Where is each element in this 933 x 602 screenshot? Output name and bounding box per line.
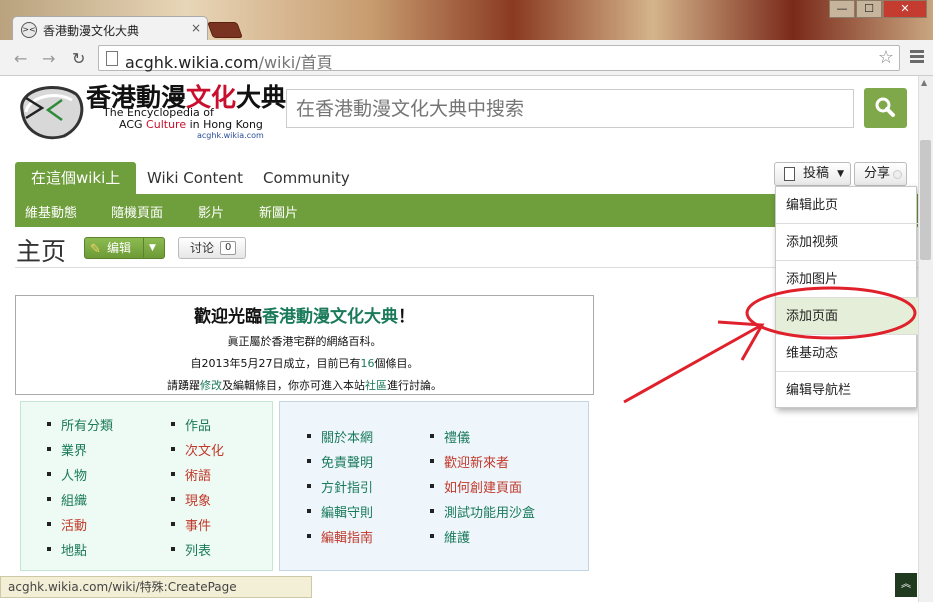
- url-text: acghk.wikia.com/wiki/首頁: [125, 53, 333, 72]
- list-item[interactable]: 次文化: [170, 440, 224, 459]
- scrollbar-thumb[interactable]: [920, 140, 931, 260]
- list-item[interactable]: 關於本網: [306, 427, 373, 446]
- bookmark-star-icon[interactable]: ☆: [878, 47, 894, 68]
- wiki-logo-icon[interactable]: [14, 80, 86, 142]
- article-count-link[interactable]: 16: [361, 357, 375, 370]
- list-item[interactable]: 術語: [170, 465, 211, 484]
- help-box: 關於本網 免責聲明 方針指引 編輯守則 編輯指南 禮儀 歡迎新來者 如何創建頁面…: [279, 401, 589, 571]
- list-item[interactable]: 地點: [46, 540, 87, 559]
- chevron-down-icon[interactable]: ▼: [149, 238, 156, 258]
- welcome-heading: 歡迎光臨香港動漫文化大典！: [194, 307, 415, 327]
- list-item[interactable]: 列表: [170, 540, 211, 559]
- list-item[interactable]: 事件: [170, 515, 211, 534]
- edit-link[interactable]: 修改: [200, 379, 222, 392]
- menu-item-edit-nav[interactable]: 编辑导航栏: [776, 372, 918, 409]
- menu-item-add-page[interactable]: 添加页面: [776, 298, 918, 335]
- welcome-line-1: 眞正屬於香港宅群的網絡百科。: [227, 335, 382, 348]
- welcome-box: 歡迎光臨香港動漫文化大典！ 眞正屬於香港宅群的網絡百科。 自2013年5月27日…: [15, 295, 594, 395]
- window-controls: — ☐ ✕: [828, 0, 927, 18]
- minimize-button[interactable]: —: [829, 0, 855, 18]
- list-item[interactable]: 歡迎新來者: [429, 452, 509, 471]
- logo-domain: acghk.wikia.com: [197, 131, 264, 140]
- search-icon: [875, 97, 895, 117]
- talk-count-badge: 0: [220, 241, 237, 255]
- address-bar[interactable]: acghk.wikia.com/wiki/首頁 ☆: [98, 45, 900, 72]
- tab-title: 香港動漫文化大典: [43, 24, 140, 38]
- community-link[interactable]: 社區: [365, 379, 387, 392]
- pencil-icon: ✎: [90, 242, 101, 257]
- scroll-to-top-icon[interactable]: ︽: [895, 573, 917, 597]
- contribute-dropdown-menu: 编辑此页 添加视频 添加图片 添加页面 维基动态 编辑导航栏: [775, 186, 918, 409]
- welcome-line-3: 請踴躍修改及編輯條目，你亦可進入本站社區進行討論。: [167, 379, 442, 392]
- contribute-button[interactable]: 投稿 ▼: [774, 162, 851, 186]
- edit-button[interactable]: ✎ 编辑 ▼: [84, 237, 165, 259]
- site-favicon-icon: ><: [21, 22, 37, 38]
- menu-item-add-video[interactable]: 添加视频: [776, 224, 918, 261]
- search-button[interactable]: [864, 88, 907, 128]
- list-item[interactable]: 編輯指南: [306, 527, 373, 546]
- welcome-line-2: 自2013年5月27日成立，目前已有16個條目。: [190, 357, 419, 370]
- list-item[interactable]: 維護: [429, 527, 470, 546]
- list-item[interactable]: 作品: [170, 415, 211, 434]
- menu-item-wiki-activity[interactable]: 维基动态: [776, 335, 918, 372]
- browser-tab[interactable]: >< 香港動漫文化大典 ×: [12, 16, 208, 42]
- list-item[interactable]: 組織: [46, 490, 87, 509]
- subnav-videos[interactable]: 影片: [198, 202, 224, 221]
- browser-menu-icon[interactable]: [910, 50, 924, 65]
- close-window-button[interactable]: ✕: [883, 0, 927, 18]
- subnav-new-photos[interactable]: 新圖片: [259, 202, 298, 221]
- document-icon: [784, 167, 795, 181]
- tab-close-icon[interactable]: ×: [191, 21, 201, 35]
- reload-icon[interactable]: ↻: [72, 49, 85, 68]
- wiki-search-box[interactable]: [286, 89, 854, 128]
- list-item[interactable]: 方針指引: [306, 477, 373, 496]
- share-button[interactable]: 分享: [854, 162, 907, 186]
- list-item[interactable]: 如何創建頁面: [429, 477, 522, 496]
- logo-subtitle-2: ACG Culture in Hong Kong: [119, 118, 263, 131]
- status-bar-url: acghk.wikia.com/wiki/特殊:CreatePage: [0, 576, 312, 598]
- menu-item-edit-page[interactable]: 编辑此页: [776, 187, 918, 224]
- window-titlebar: >< 香港動漫文化大典 × — ☐ ✕: [0, 0, 933, 42]
- list-item[interactable]: 業界: [46, 440, 87, 459]
- arrow-head: [717, 320, 765, 361]
- annotation-arrow: [623, 324, 761, 404]
- tab-community[interactable]: Community: [247, 162, 366, 194]
- list-item[interactable]: 測試功能用沙盒: [429, 502, 535, 521]
- list-item[interactable]: 現象: [170, 490, 211, 509]
- menu-item-add-image[interactable]: 添加图片: [776, 261, 918, 298]
- search-input[interactable]: [287, 90, 853, 127]
- talk-button[interactable]: 讨论 0: [178, 237, 246, 259]
- category-box: 所有分類 業界 人物 組織 活動 地點 作品 次文化 術語 現象 事件 列表: [20, 401, 273, 571]
- tab-on-this-wiki[interactable]: 在這個wiki上: [15, 162, 137, 194]
- share-icon: [893, 170, 902, 179]
- subnav-wiki-activity[interactable]: 維基動態: [25, 202, 77, 221]
- list-item[interactable]: 所有分類: [46, 415, 113, 434]
- list-item[interactable]: 禮儀: [429, 427, 470, 446]
- page-icon: [106, 51, 118, 66]
- new-tab-button[interactable]: [207, 22, 243, 38]
- list-item[interactable]: 人物: [46, 465, 87, 484]
- maximize-button[interactable]: ☐: [856, 0, 882, 18]
- tab-wiki-content[interactable]: Wiki Content: [131, 162, 259, 194]
- page-title: 主页: [16, 237, 67, 266]
- back-arrow-icon[interactable]: ←: [14, 49, 27, 68]
- browser-toolbar: ← → ↻ acghk.wikia.com/wiki/首頁 ☆: [0, 40, 933, 76]
- list-item[interactable]: 編輯守則: [306, 502, 373, 521]
- subnav-random-page[interactable]: 隨機頁面: [111, 202, 163, 221]
- scroll-up-icon[interactable]: ▲: [921, 78, 927, 87]
- chevron-down-icon: ▼: [837, 169, 844, 179]
- list-item[interactable]: 活動: [46, 515, 87, 534]
- forward-arrow-icon[interactable]: →: [42, 49, 55, 68]
- list-item[interactable]: 免責聲明: [306, 452, 373, 471]
